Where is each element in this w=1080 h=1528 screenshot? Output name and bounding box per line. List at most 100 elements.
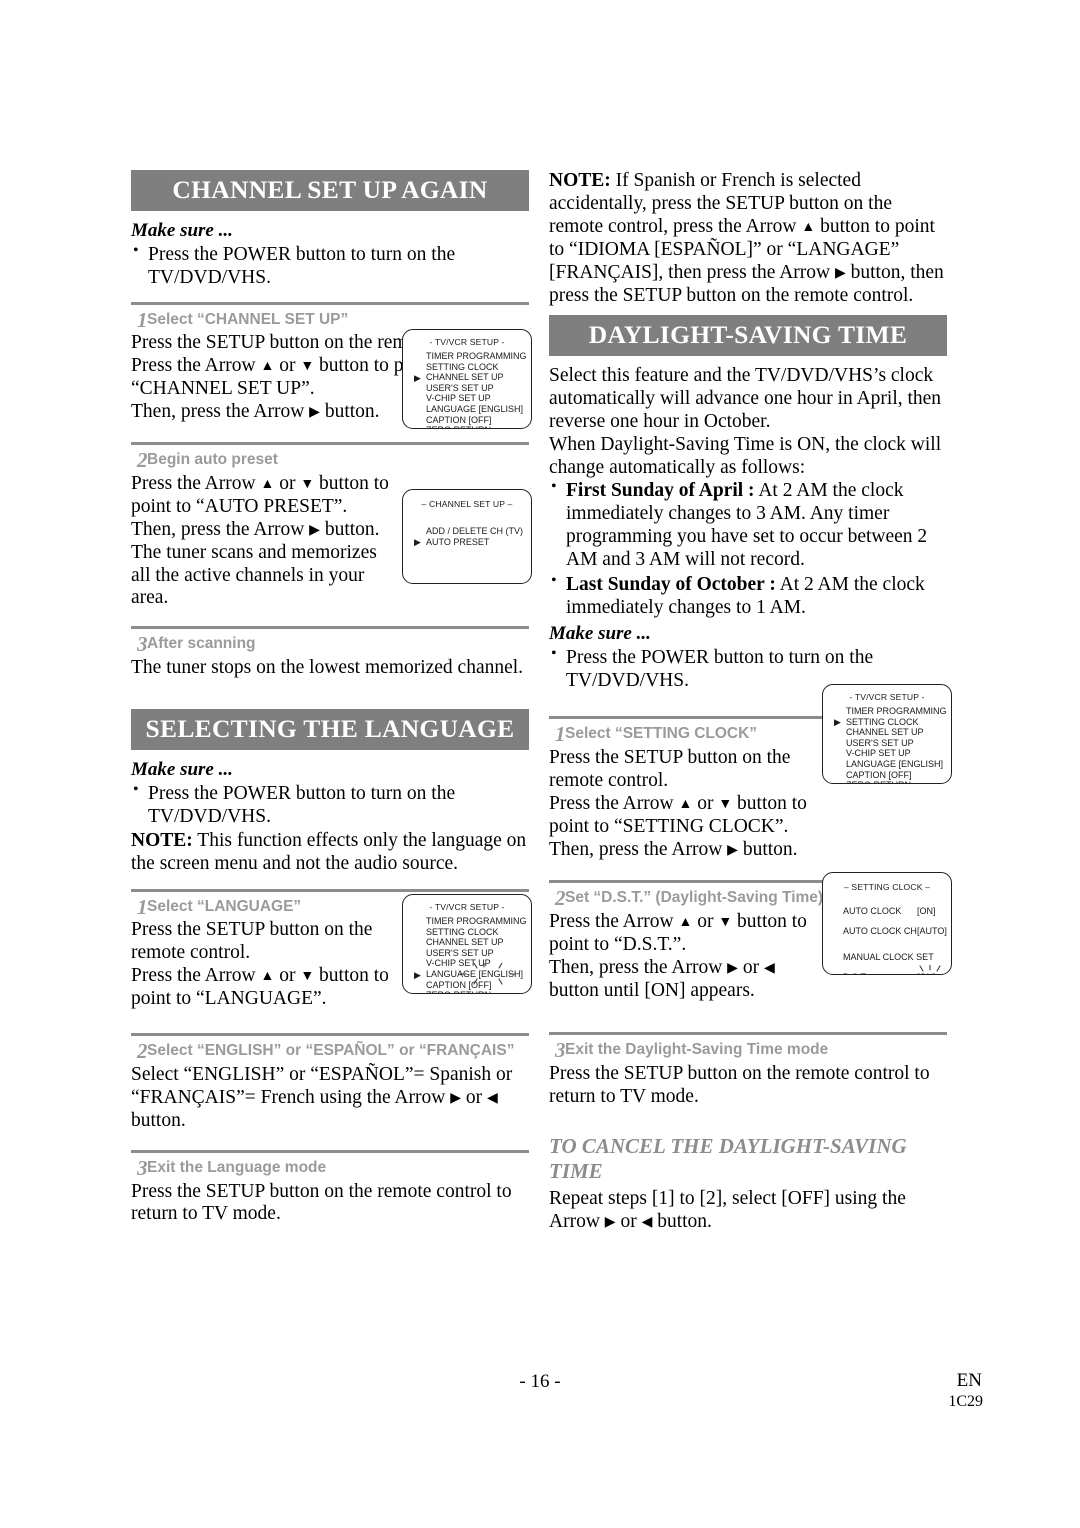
osd-menu-item[interactable]: USER'S SET UP [426,948,531,959]
make-sure-bullet-1: • Press the POWER button to turn on the … [131,242,529,289]
osd-menu-item[interactable]: CAPTION [OFF] [846,770,951,781]
osd-menu-item[interactable]: ZERO RETURN [426,990,531,993]
osd-menu-item[interactable]: TIMER PROGRAMMING [426,916,531,927]
osd-menu-item-label: CAPTION [OFF] [426,979,492,990]
osd-menu-item[interactable]: SETTING CLOCK [426,927,531,938]
cursor-icon: ▶ [414,372,421,383]
osd-menu-item-label: TIMER PROGRAMMING [426,351,527,361]
osd-menu-item-label: V-CHIP SET UP [426,393,491,404]
step-body-text: Press the Arrow [131,472,261,494]
osd-menu-item-label: CAPTION [OFF] [426,414,492,425]
osd-menu-item-label: CHANNEL SET UP [426,937,504,948]
step-number: 3 [137,632,148,657]
flash-icon [909,964,951,974]
osd-menu-item-label: ZERO RETURN [426,990,491,993]
osd-clock-row-label: MANUAL CLOCK SET [843,952,934,963]
osd-menu-item-label: CHANNEL SET UP [846,727,924,738]
step-title: Exit the Language mode [147,1158,327,1176]
osd-menu-item[interactable]: CAPTION [OFF] [426,415,531,426]
step-body-text: Press the SETUP button on the remote con… [549,747,791,792]
step-number: 1 [137,894,148,919]
osd-menu-item[interactable]: CAPTION [OFF] [426,980,531,991]
osd-menu-item[interactable]: V-CHIP SET UP [846,748,951,759]
step-title: After scanning [147,635,256,653]
osd-menu-item[interactable]: TIMER PROGRAMMING [426,351,531,362]
step-heading-2-3: 3 Exit the Language mode [131,1156,529,1180]
step-body: Press the Arrow ▲ or ▼ button to point t… [549,911,817,957]
step-body-text: or [692,910,719,932]
step-body: Select “ENGLISH” or “ESPAÑOL”= Spanish o… [131,1064,529,1133]
arrow-up-icon: ▲ [260,359,275,375]
step-body-text: or [737,956,764,978]
osd-menu-item-label: V-CHIP SET UP [846,748,911,759]
note-top: NOTE: If Spanish or French is selected a… [549,170,947,307]
arrow-up-icon: ▲ [260,969,275,985]
osd-menu-item[interactable]: CHANNEL SET UP [426,937,531,948]
bullet-icon: • [551,572,557,590]
osd-menu-item[interactable]: ▶ AUTO PRESET [414,536,531,548]
osd-clock-row-dst[interactable]: ▶ D.S.T.[ON] [832,964,951,974]
step-body: Then, press the Arrow ▶ button. [549,839,813,862]
arrow-right-icon: ▶ [604,1214,616,1230]
step-divider [549,1032,947,1036]
step-title: Select “ENGLISH” or “ESPAÑOL” or “FRANÇA… [147,1042,515,1060]
osd-menu-item[interactable]: V-CHIP SET UP [426,393,531,404]
osd-menu-item-label: CAPTION [OFF] [846,769,912,780]
manual-page: CHANNEL SET UP AGAIN Make sure ... • Pre… [0,0,1080,1528]
section-banner-channel-set-up-again: CHANNEL SET UP AGAIN [131,170,529,211]
osd-menu-item[interactable]: USER'S SET UP [846,738,951,749]
osd-menu-item-label: CHANNEL SET UP [426,372,504,383]
make-sure-bullet-2: • Press the POWER button to turn on the … [131,781,529,828]
osd-channel-set-up: – CHANNEL SET UP – ADD / DELETE CH (TV) … [402,489,532,584]
osd-menu-item[interactable]: ZERO RETURN [846,780,951,783]
bullet-icon: • [551,478,557,496]
osd-menu-list: ADD / DELETE CH (TV) ▶ AUTO PRESET [403,526,531,547]
osd-menu-item[interactable]: ZERO RETURN [426,425,531,428]
osd-clock-row-manual-clock-set[interactable]: MANUAL CLOCK SET [843,952,951,963]
step-divider [131,888,529,892]
note-label: NOTE: [549,170,611,191]
osd-clock-row-label: D.S.T. [843,972,917,974]
osd-menu-item[interactable]: CHANNEL SET UP [846,727,951,738]
dst-intro-2-text: When Daylight-Saving Time is ON, the clo… [549,433,942,478]
step-divider [131,1149,529,1153]
osd-menu-item[interactable]: SETTING CLOCK [426,362,531,373]
osd-menu-item[interactable]: ▶ SETTING CLOCK [834,717,951,728]
step-title: Begin auto preset [147,451,278,469]
step-body-text: Then, press the Arrow [549,839,728,860]
dst-bullet-october-label: Last Sunday of October : [566,574,776,596]
step-body: Press the SETUP button on the remote con… [131,919,393,965]
osd-menu-item[interactable]: LANGUAGE [ENGLISH] [426,404,531,415]
step-body-text: button. [319,518,380,540]
osd-clock-row-auto-clock-ch[interactable]: AUTO CLOCK CH[AUTO] [843,926,951,937]
osd-menu-item-label: USER'S SET UP [426,382,494,393]
osd-menu-item[interactable]: LANGUAGE [ENGLISH] [846,759,951,770]
make-sure-bullet-text-2: Press the POWER button to turn on the TV… [148,782,456,827]
dst-intro-1: Select this feature and the TV/DVD/VHS’s… [549,365,947,434]
step-title: Select “SETTING CLOCK” [565,725,758,743]
osd-menu-item-language[interactable]: ▶ LANGUAGE [ENGLISH] [414,961,531,985]
osd-title: - TV/VCR SETUP - [849,692,925,702]
cancel-dst-body-text: or [615,1210,642,1232]
step-number: 2 [555,885,566,910]
section-banner-selecting-the-language: SELECTING THE LANGUAGE [131,709,529,750]
step-body-text: or [460,1086,487,1108]
note-language: NOTE: This function effects only the lan… [131,830,529,876]
osd-menu-item-label: AUTO PRESET [426,536,490,547]
step-heading-2-2: 2 Select “ENGLISH” or “ESPAÑOL” or “FRAN… [131,1039,529,1063]
osd-clock-row-auto-clock[interactable]: AUTO CLOCK [ON] [843,906,951,917]
step-body-text: or [274,965,301,987]
osd-menu-item[interactable]: ADD / DELETE CH (TV) [426,526,531,537]
osd-title: - TV/VCR SETUP - [429,902,505,912]
step-heading-1-1: 1 Select “CHANNEL SET UP” [131,308,529,332]
osd-menu-item[interactable]: TIMER PROGRAMMING [846,706,951,717]
step-body-text: Press the Arrow [549,910,679,932]
arrow-up-icon: ▲ [801,219,816,235]
step-body: Press the Arrow ▲ or ▼ button to point t… [131,965,393,1011]
osd-menu-item[interactable]: USER'S SET UP [426,383,531,394]
osd-menu-item[interactable]: ▶ CHANNEL SET UP [414,372,531,383]
step-title: Exit the Daylight-Saving Time mode [565,1041,829,1059]
step-body-text: Press the SETUP button on the remote con… [131,1180,512,1225]
osd-menu-item-label: TIMER PROGRAMMING [846,706,947,716]
osd-tv-vcr-setup-language: - TV/VCR SETUP - TIMER PROGRAMMING SETTI… [402,894,532,994]
